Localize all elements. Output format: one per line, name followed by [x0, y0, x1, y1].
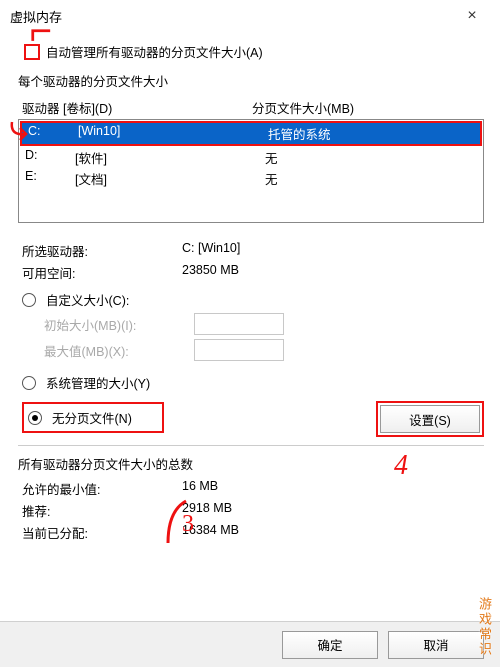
button-bar: 确定 取消 — [0, 621, 500, 667]
cur-label: 当前已分配: — [22, 523, 182, 542]
auto-manage-label: 自动管理所有驱动器的分页文件大小(A) — [46, 42, 263, 61]
drive-row-e[interactable]: E: [文档] 无 — [19, 168, 483, 189]
drive-letter: C: — [28, 124, 78, 143]
rec-value: 2918 MB — [182, 501, 480, 520]
drive-row-c[interactable]: C: [Win10] 托管的系统 — [20, 121, 482, 146]
close-button[interactable]: × — [450, 1, 494, 31]
selected-drive-value: C: [Win10] — [182, 241, 480, 260]
available-space-value: 23850 MB — [182, 263, 480, 282]
system-size-radio-row[interactable]: 系统管理的大小(Y) — [22, 373, 376, 392]
no-page-radio-row[interactable]: 无分页文件(N) — [22, 402, 376, 433]
drive-size: 无 — [265, 148, 477, 167]
selected-drive-info: 所选驱动器: C: [Win10] 可用空间: 23850 MB — [22, 241, 480, 282]
set-button[interactable]: 设置(S) — [380, 405, 480, 433]
no-page-radio[interactable] — [28, 411, 42, 425]
window-title: 虚拟内存 — [10, 7, 450, 26]
header-size: 分页文件大小(MB) — [252, 98, 480, 117]
drive-size: 无 — [265, 169, 477, 188]
cancel-button[interactable]: 取消 — [388, 631, 484, 659]
system-size-radio[interactable] — [22, 376, 36, 390]
system-size-label: 系统管理的大小(Y) — [46, 373, 150, 392]
per-drive-label: 每个驱动器的分页文件大小 — [18, 71, 484, 90]
auto-manage-checkbox[interactable] — [24, 44, 40, 60]
initial-size-row: 初始大小(MB)(I): — [44, 313, 484, 335]
selected-drive-label: 所选驱动器: — [22, 241, 182, 260]
initial-size-label: 初始大小(MB)(I): — [44, 315, 194, 334]
separator — [18, 445, 484, 446]
close-icon: × — [467, 7, 476, 25]
drive-row-d[interactable]: D: [软件] 无 — [19, 147, 483, 168]
drive-list-header: 驱动器 [卷标](D) 分页文件大小(MB) — [18, 96, 484, 119]
drive-letter: D: — [25, 148, 75, 167]
available-space-label: 可用空间: — [22, 263, 182, 282]
dialog-content: 自动管理所有驱动器的分页文件大小(A) 每个驱动器的分页文件大小 驱动器 [卷标… — [0, 32, 500, 542]
no-page-label: 无分页文件(N) — [52, 408, 132, 427]
custom-size-label: 自定义大小(C): — [46, 290, 129, 309]
cur-value: 16384 MB — [182, 523, 480, 542]
max-size-input[interactable] — [194, 339, 284, 361]
drive-label: [软件] — [75, 148, 265, 167]
totals-title: 所有驱动器分页文件大小的总数 — [18, 454, 484, 473]
set-button-wrap: 设置(S) — [376, 401, 484, 437]
rec-label: 推荐: — [22, 501, 182, 520]
initial-size-input[interactable] — [194, 313, 284, 335]
max-size-row: 最大值(MB)(X): — [44, 339, 484, 361]
header-drive: 驱动器 [卷标](D) — [22, 98, 252, 117]
drive-list[interactable]: C: [Win10] 托管的系统 D: [软件] 无 E: [文档] 无 — [18, 119, 484, 223]
custom-size-radio[interactable] — [22, 293, 36, 307]
min-label: 允许的最小值: — [22, 479, 182, 498]
ok-button[interactable]: 确定 — [282, 631, 378, 659]
custom-size-radio-row[interactable]: 自定义大小(C): — [22, 290, 484, 309]
max-size-label: 最大值(MB)(X): — [44, 341, 194, 360]
drive-label: [Win10] — [78, 124, 268, 143]
drive-label: [文档] — [75, 169, 265, 188]
auto-manage-row[interactable]: 自动管理所有驱动器的分页文件大小(A) — [24, 42, 484, 61]
drive-size: 托管的系统 — [268, 124, 474, 143]
min-value: 16 MB — [182, 479, 480, 498]
titlebar: 虚拟内存 × — [0, 0, 500, 32]
drive-letter: E: — [25, 169, 75, 188]
